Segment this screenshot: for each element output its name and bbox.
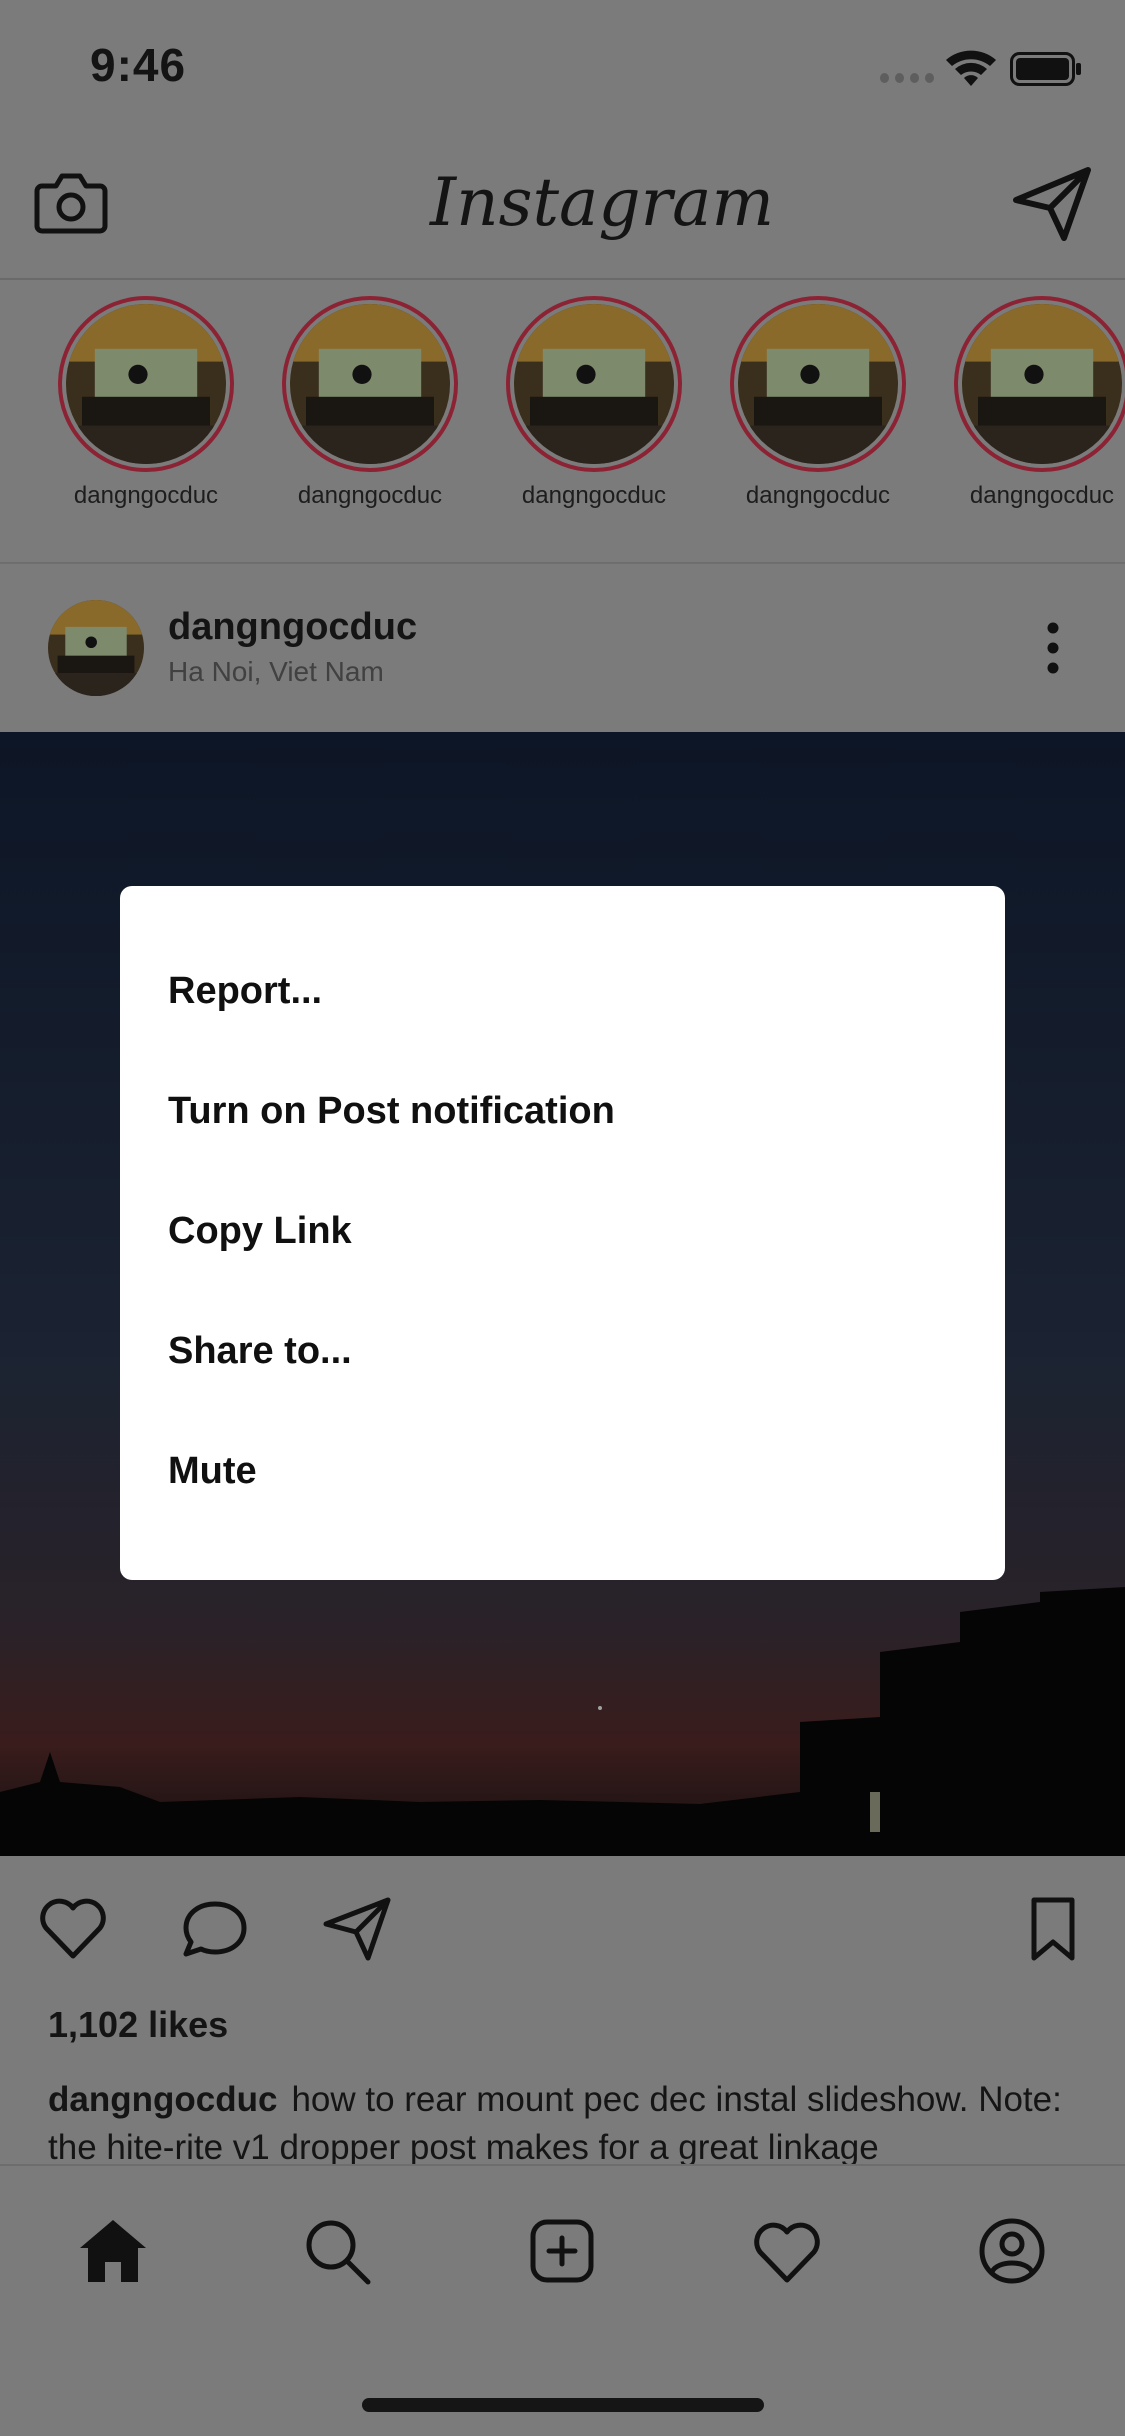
story-avatar xyxy=(290,304,450,464)
stories-tray: dangngocduc dangngocduc dangngocduc dang… xyxy=(0,296,1125,564)
post-author-name[interactable]: dangngocduc xyxy=(168,606,417,649)
direct-message-icon[interactable] xyxy=(1012,166,1092,242)
story-item[interactable]: dangngocduc xyxy=(499,296,689,510)
likes-count[interactable]: 1,102 likes xyxy=(48,2004,228,2046)
wifi-icon xyxy=(946,50,996,86)
story-item[interactable]: dangngocduc xyxy=(275,296,465,510)
story-item[interactable]: dangngocduc xyxy=(51,296,241,510)
comment-icon[interactable] xyxy=(180,1896,250,1962)
story-username: dangngocduc xyxy=(297,482,443,509)
story-ring xyxy=(506,296,682,472)
menu-item-share-to[interactable]: Share to... xyxy=(168,1330,352,1373)
post-options-menu: Report... Turn on Post notification Copy… xyxy=(120,886,1005,1580)
menu-item-copy-link[interactable]: Copy Link xyxy=(168,1210,352,1253)
menu-item-mute[interactable]: Mute xyxy=(168,1450,257,1493)
story-ring xyxy=(282,296,458,472)
more-options-icon[interactable] xyxy=(1040,620,1066,676)
battery-icon xyxy=(1010,52,1081,86)
story-username: dangngocduc xyxy=(745,482,891,509)
home-icon[interactable] xyxy=(78,2216,148,2286)
story-avatar xyxy=(514,304,674,464)
story-avatar xyxy=(962,304,1122,464)
story-ring xyxy=(954,296,1125,472)
profile-icon[interactable] xyxy=(977,2216,1047,2286)
stories-divider xyxy=(0,562,1125,564)
camera-icon[interactable] xyxy=(34,170,108,234)
activity-icon[interactable] xyxy=(752,2216,822,2286)
like-icon[interactable] xyxy=(38,1896,108,1962)
story-item[interactable]: dangngocduc xyxy=(723,296,913,510)
menu-item-post-notification[interactable]: Turn on Post notification xyxy=(168,1090,615,1133)
post-caption: dangngocduc how to rear mount pec dec ins… xyxy=(48,2076,1088,2172)
bookmark-icon[interactable] xyxy=(1018,1896,1088,1962)
story-username: dangngocduc xyxy=(969,482,1115,509)
home-indicator xyxy=(362,2398,764,2412)
signal-icon xyxy=(880,72,934,84)
story-ring xyxy=(58,296,234,472)
status-time: 9:46 xyxy=(90,39,187,91)
add-post-icon[interactable] xyxy=(527,2216,597,2286)
story-item[interactable]: dangngocduc xyxy=(947,296,1125,510)
story-ring xyxy=(730,296,906,472)
story-avatar xyxy=(738,304,898,464)
menu-item-report[interactable]: Report... xyxy=(168,970,322,1013)
search-icon[interactable] xyxy=(302,2216,372,2286)
post-author-avatar[interactable] xyxy=(48,600,144,696)
story-username: dangngocduc xyxy=(521,482,667,509)
story-avatar xyxy=(66,304,226,464)
share-icon[interactable] xyxy=(322,1896,392,1962)
caption-author[interactable]: dangngocduc xyxy=(48,2080,277,2119)
tab-bar xyxy=(0,2164,1125,2436)
post-location[interactable]: Ha Noi, Viet Nam xyxy=(168,656,384,688)
instagram-logo: Instagram xyxy=(430,164,775,241)
nav-divider xyxy=(0,278,1125,280)
story-username: dangngocduc xyxy=(73,482,219,509)
